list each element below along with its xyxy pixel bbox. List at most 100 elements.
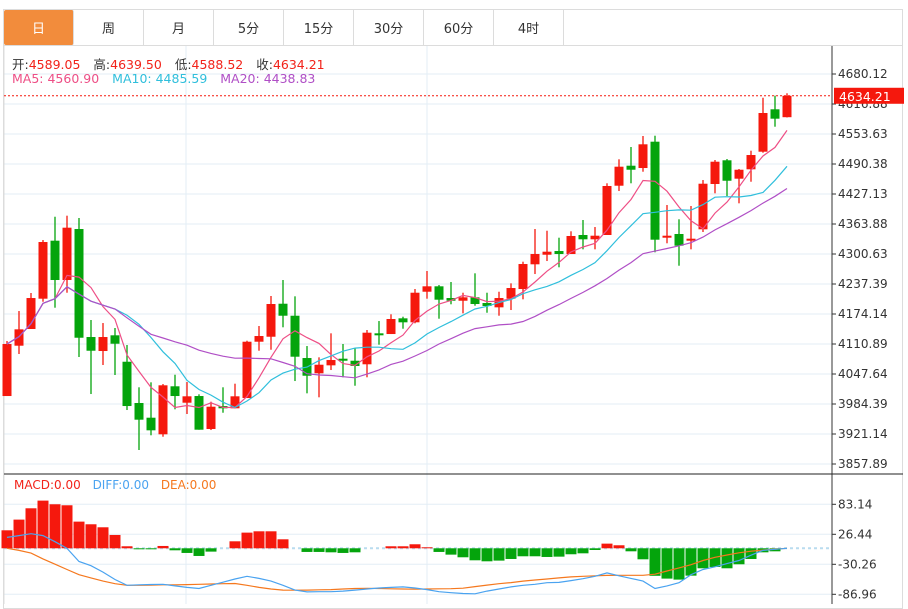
- macd-bar: [241, 532, 253, 549]
- candle-up: [62, 227, 72, 281]
- macd-bar: [445, 548, 457, 555]
- macd-bar: [73, 521, 85, 549]
- candle-up: [602, 185, 612, 235]
- macd-bar: [313, 548, 325, 552]
- macd-bar: [565, 548, 577, 555]
- macd-bar: [349, 548, 361, 553]
- price-tick-label: 3984.39: [838, 397, 888, 411]
- macd-bar: [97, 527, 109, 549]
- dea-value: DEA:0.00: [160, 478, 217, 492]
- macd-bar: [421, 547, 433, 549]
- macd-bar: [529, 548, 541, 557]
- macd-bar: [109, 534, 121, 549]
- candle-up: [734, 169, 744, 179]
- candle-down: [398, 318, 408, 323]
- candle-up: [158, 385, 168, 435]
- macd-bar: [553, 548, 565, 557]
- candle-up: [518, 264, 528, 290]
- candle-up: [686, 238, 696, 241]
- macd-bar: [697, 548, 709, 569]
- diff-value: DIFF:0.00: [92, 478, 149, 492]
- candle-up: [710, 161, 720, 185]
- macd-bar: [589, 548, 601, 550]
- candle-up: [542, 251, 552, 255]
- candle-down: [434, 286, 444, 300]
- macd-bar: [277, 539, 289, 549]
- price-tick-label: 4680.12: [838, 67, 888, 81]
- candle-up: [14, 329, 24, 346]
- price-tick-label: 4490.38: [838, 157, 888, 171]
- kline-chart[interactable]: 4680.124616.884553.634490.384427.134363.…: [0, 0, 908, 604]
- macd-bar: [469, 548, 481, 561]
- macd-bar: [37, 500, 49, 549]
- candle-up: [614, 166, 624, 186]
- candle-down: [626, 165, 636, 170]
- ma20-value: MA20: 4438.83: [220, 71, 316, 86]
- ma-readout: MA5: 4560.90 MA10: 4485.59 MA20: 4438.83: [12, 71, 315, 86]
- candle-down: [674, 233, 684, 246]
- macd-bar: [157, 545, 169, 549]
- macd-bar: [397, 546, 409, 549]
- macd-bar: [1, 530, 13, 549]
- candle-up: [638, 144, 648, 169]
- macd-bar: [133, 548, 145, 550]
- macd-bar: [265, 531, 277, 549]
- macd-bar: [13, 519, 25, 549]
- macd-bar: [181, 548, 193, 553]
- macd-value: MACD:0.00: [14, 478, 81, 492]
- price-tick-label: 3857.89: [838, 457, 888, 471]
- macd-tick-label: 26.44: [838, 527, 872, 541]
- candle-down: [290, 315, 300, 357]
- candle-down: [134, 402, 144, 420]
- candle-up: [758, 112, 768, 152]
- ma5-value: MA5: 4560.90: [12, 71, 100, 86]
- candle-down: [722, 160, 732, 181]
- ma10-value: MA10: 4485.59: [112, 71, 208, 86]
- macd-readout: MACD:0.00 DIFF:0.00 DEA:0.00: [14, 478, 224, 492]
- macd-bar: [193, 548, 205, 556]
- price-tick-label: 4300.63: [838, 247, 888, 261]
- macd-tick-label: -30.26: [838, 557, 877, 571]
- price-tick-label: 4553.63: [838, 127, 888, 141]
- macd-tick-label: -86.96: [838, 587, 877, 601]
- open-value: 4589.05: [28, 57, 81, 72]
- candle-up: [326, 360, 336, 366]
- macd-bar: [121, 546, 133, 549]
- macd-bar: [541, 548, 553, 557]
- macd-bar: [721, 548, 733, 569]
- candle-up: [182, 396, 192, 403]
- macd-tick-label: 83.14: [838, 497, 872, 511]
- macd-bar: [625, 548, 637, 552]
- candle-up: [458, 297, 468, 301]
- candle-down: [650, 141, 660, 240]
- macd-bar: [253, 531, 265, 549]
- macd-bar: [517, 548, 529, 557]
- candle-up: [38, 242, 48, 299]
- candle-down: [554, 251, 564, 255]
- candle-down: [110, 335, 120, 344]
- candle-down: [278, 303, 288, 316]
- macd-bar: [169, 548, 181, 551]
- macd-bar: [433, 548, 445, 552]
- candle-up: [2, 343, 12, 397]
- candle-down: [374, 333, 384, 336]
- candle-up: [206, 406, 216, 429]
- macd-bar: [685, 548, 697, 576]
- macd-bar: [649, 548, 661, 576]
- price-tick-label: 4237.39: [838, 277, 888, 291]
- macd-bar: [457, 548, 469, 558]
- macd-bar: [61, 505, 73, 549]
- macd-bar: [505, 548, 517, 559]
- macd-bar: [85, 524, 97, 549]
- price-tick-label: 4110.89: [838, 337, 888, 351]
- candle-down: [74, 229, 84, 338]
- candle-down: [50, 240, 60, 281]
- macd-bar: [673, 548, 685, 580]
- candle-down: [338, 358, 348, 361]
- macd-bar: [601, 543, 613, 549]
- candle-up: [242, 341, 252, 399]
- macd-bar: [145, 548, 157, 550]
- macd-bar: [661, 548, 673, 579]
- macd-bar: [205, 548, 217, 552]
- macd-bar: [637, 548, 649, 560]
